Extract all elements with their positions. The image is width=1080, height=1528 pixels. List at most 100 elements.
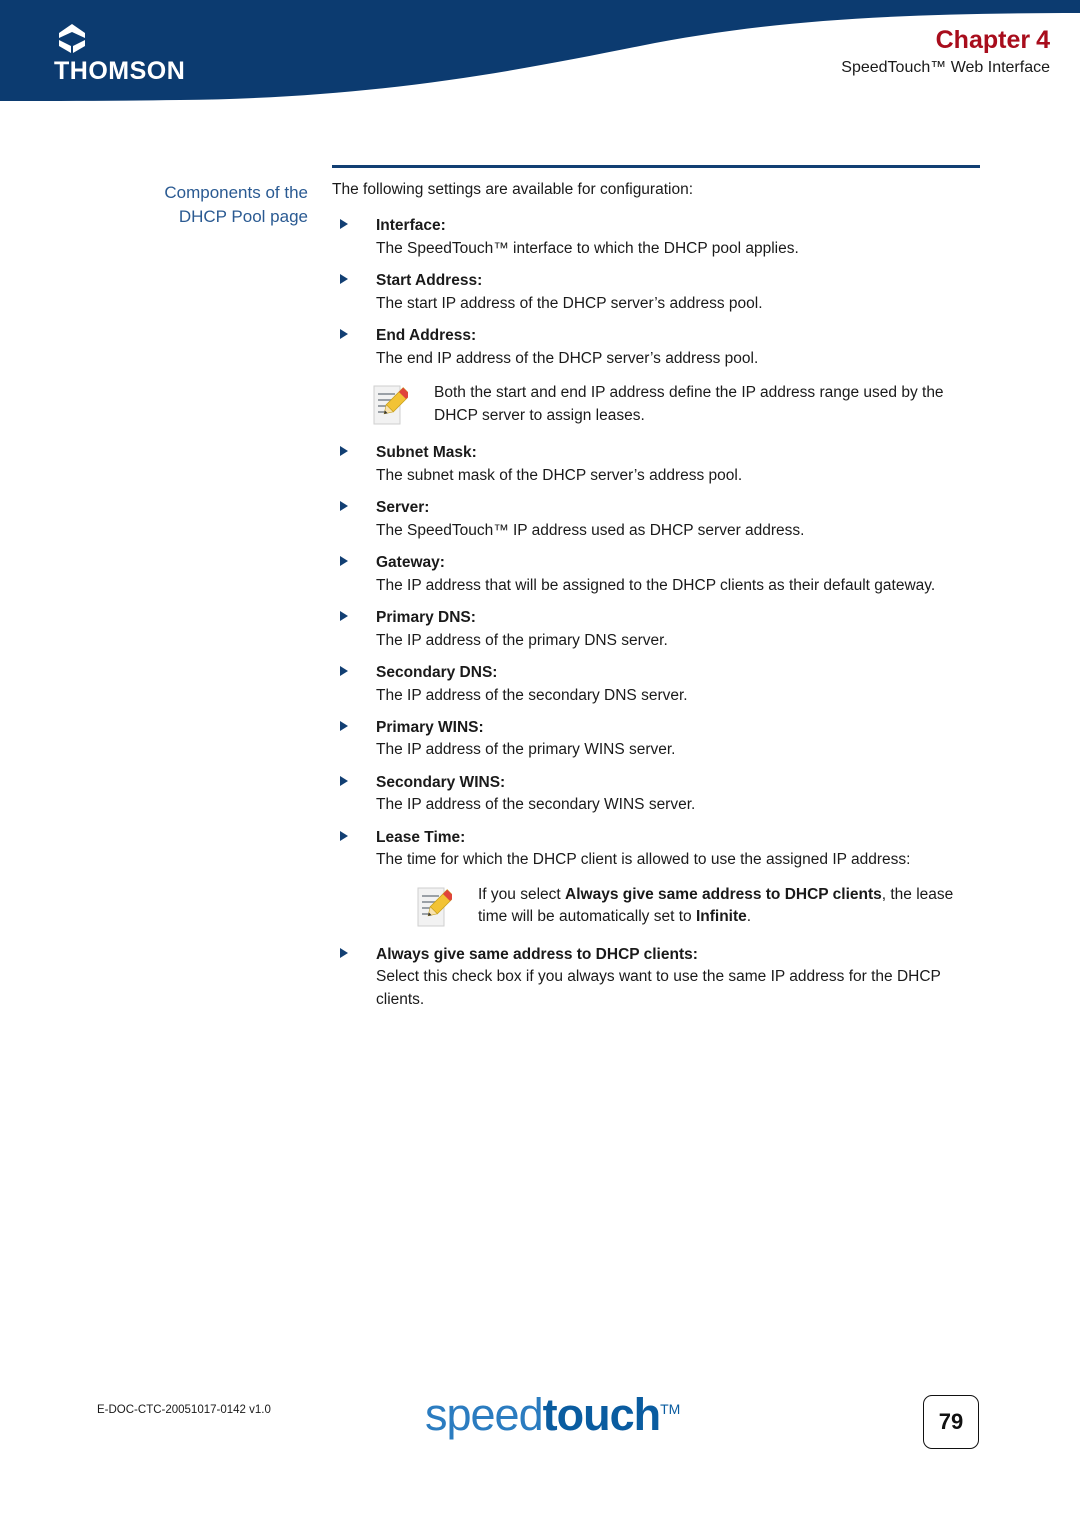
list-item-description: The SpeedTouch™ IP address used as DHCP … [376,521,805,539]
note-pencil-icon [417,887,452,927]
list-item-description: The subnet mask of the DHCP server’s add… [376,466,743,484]
bullet-triangle-icon [340,720,348,731]
chapter-title: Chapter 4 [841,26,1050,55]
page-footer: E-DOC-CTC-20051017-0142 v1.0 speedtouchT… [0,1392,1080,1462]
list-item-term: Secondary DNS: [376,662,982,684]
list-item-description: The IP address of the primary DNS server… [376,631,668,649]
list-item-description: The start IP address of the DHCP server’… [376,294,763,312]
term-colon: : [692,945,698,963]
side-heading-line-1: Components of the [164,183,308,202]
term-colon: : [471,327,477,345]
bullet-triangle-icon [340,666,348,677]
bullet-triangle-icon [340,219,348,230]
list-item-term: End Address: [376,325,982,347]
term-text: Start Address [376,272,478,290]
page-header: THOMSON Chapter 4 SpeedTouch™ Web Interfa… [0,0,1080,115]
page-number: 79 [938,1409,964,1434]
term-colon: : [478,718,484,736]
intro-paragraph: The following settings are available for… [332,181,694,198]
term-text: End Address [376,327,472,345]
term-colon: : [424,499,430,517]
list-item-term: Lease Time: [376,827,982,849]
list-item-description: Select this check box if you always want… [376,968,941,1008]
chapter-number: 4 [1036,26,1050,54]
list-item-description: The IP address of the secondary WINS ser… [376,796,696,814]
thomson-wordmark: THOMSON [54,57,186,85]
list-item-description: The time for which the DHCP client is al… [376,851,911,869]
list-item-term: Primary WINS: [376,717,982,739]
term-colon: : [500,773,506,791]
list-item-term: Primary DNS: [376,607,982,629]
list-item-description: The SpeedTouch™ interface to which the D… [376,239,799,257]
list-item: Gateway: The IP address that will be ass… [332,552,982,597]
note-text-bold-1: Always give same address to DHCP clients [565,885,882,903]
bullet-triangle-icon [340,329,348,340]
bullet-triangle-icon [340,501,348,512]
note-text: If you select Always give same address t… [478,884,982,929]
bullet-triangle-icon [340,947,348,958]
note-block: Both the start and end IP address define… [332,382,982,428]
term-colon: : [439,554,445,572]
bullet-triangle-icon [340,830,348,841]
main-column: The following settings are available for… [332,179,982,1021]
list-item-term: Server: [376,497,982,519]
page-number-box: 79 [923,1395,979,1449]
list-item-term: Subnet Mask: [376,442,982,464]
bullet-triangle-icon [340,446,348,457]
list-item: Lease Time: The time for which the DHCP … [332,827,982,872]
chapter-label: Chapter [935,26,1031,54]
document-id: E-DOC-CTC-20051017-0142 v1.0 [97,1404,271,1416]
list-item-description: The IP address of the secondary DNS serv… [376,686,688,704]
term-colon: : [492,664,498,682]
trademark-symbol: TM [660,1401,681,1417]
term-colon: : [470,609,476,627]
note-text-bold-2: Infinite [695,908,747,926]
bullet-triangle-icon [340,274,348,285]
term-colon: : [471,444,477,462]
list-item-description: The IP address that will be assigned to … [376,576,936,594]
term-text: Interface [376,217,441,235]
list-item: Primary DNS: The IP address of the prima… [332,607,982,652]
speedtouch-logo-part-b: touch [542,1389,661,1440]
list-item: Secondary DNS: The IP address of the sec… [332,662,982,707]
list-item: Always give same address to DHCP clients… [332,944,982,1011]
term-text: Gateway [376,554,440,572]
list-item: Server: The SpeedTouch™ IP address used … [332,497,982,542]
term-text: Secondary WINS [376,773,501,791]
term-text: Primary DNS [376,609,471,627]
list-item-term: Start Address: [376,270,982,292]
term-text: Secondary DNS [376,664,493,682]
side-heading-line-2: DHCP Pool page [178,207,308,227]
note-block: If you select Always give same address t… [332,884,982,930]
term-text: Lease Time [376,828,461,846]
header-chapter-block: Chapter 4 SpeedTouch™ Web Interface [841,26,1050,79]
thomson-diamond-logo-icon [59,24,85,53]
list-item-description: The IP address of the primary WINS serve… [376,741,676,759]
speedtouch-logo-part-a: speed [425,1389,544,1440]
list-item-description: The end IP address of the DHCP server’s … [376,349,759,367]
term-colon: : [477,272,483,290]
list-item: Secondary WINS: The IP address of the se… [332,772,982,817]
term-colon: : [460,828,466,846]
term-text: Primary WINS [376,718,479,736]
list-item: Subnet Mask: The subnet mask of the DHCP… [332,442,982,487]
list-item-term: Secondary WINS: [376,772,982,794]
bullet-triangle-icon [340,611,348,622]
term-text: Always give same address to DHCP clients [376,945,693,963]
term-text: Subnet Mask [376,444,472,462]
thomson-logo: THOMSON [54,22,254,84]
term-text: Server [376,499,425,517]
list-item: End Address: The end IP address of the D… [332,325,982,370]
bullet-triangle-icon [340,775,348,786]
note-text-part-1: If you select [478,885,566,903]
section-divider-rule [332,165,980,168]
list-item-term: Always give same address to DHCP clients… [376,944,982,966]
section-side-heading: Components of the DHCP Pool page [80,181,308,229]
list-item: Start Address: The start IP address of t… [332,270,982,315]
list-item-term: Gateway: [376,552,982,574]
term-colon: : [440,217,446,235]
chapter-subtitle: SpeedTouch™ Web Interface [841,58,1050,76]
list-item: Primary WINS: The IP address of the prim… [332,717,982,762]
list-item-term: Interface: [376,215,982,237]
speedtouch-logo: speedtouchTM [425,1392,680,1437]
